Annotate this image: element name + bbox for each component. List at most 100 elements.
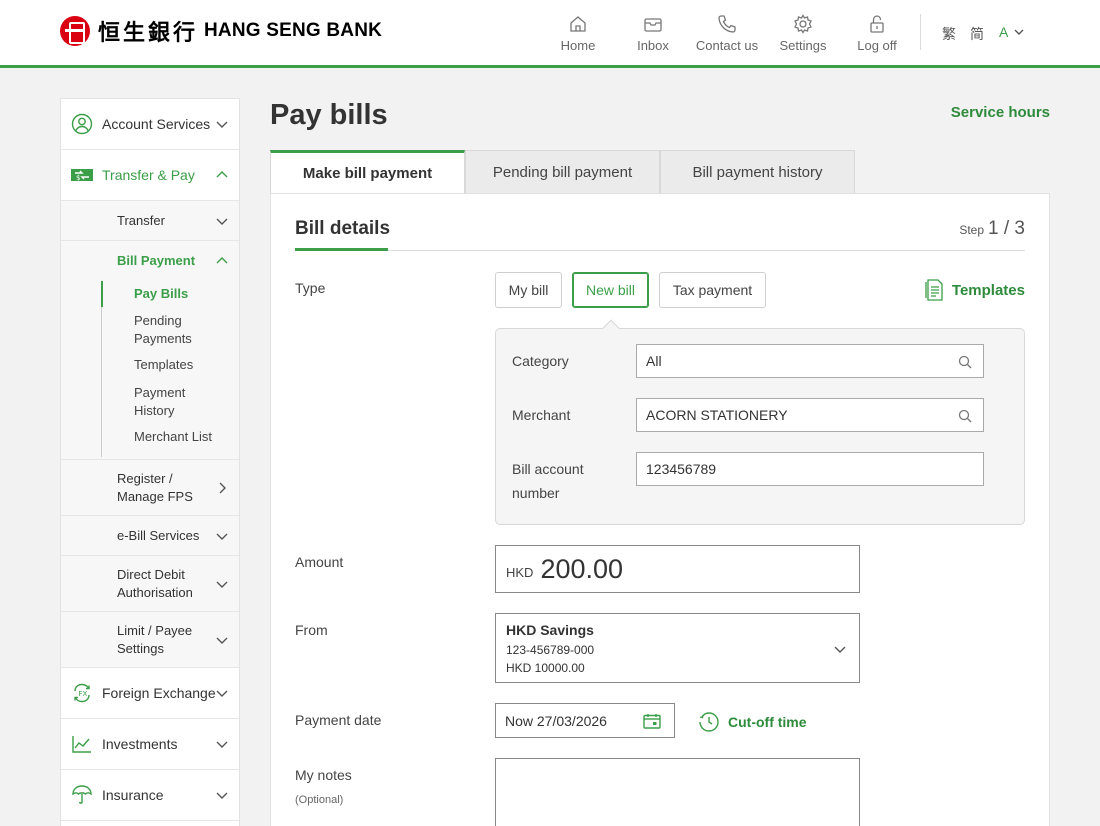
sidebar-item-investments[interactable]: Investments [61,719,239,770]
sidebar-subitem-label: Register / Manage FPS [117,470,193,504]
chevron-down-icon [216,218,228,225]
cutoff-time-link[interactable]: Cut-off time [698,711,807,733]
category-value: All [646,353,662,369]
transfer-money-icon: $ [71,164,93,186]
sidebar-subitem-label: Direct Debit Authorisation [117,566,193,600]
bank-logo[interactable]: 恒生銀行 HANG SENG BANK [60,15,382,47]
from-account-balance: HKD 10000.00 [506,661,585,675]
amount-input[interactable]: HKD 200.00 [495,545,860,593]
home-icon [570,16,586,32]
bank-name-chinese: 恒生銀行 [98,20,199,46]
sidebar-subitem-label: Limit / Payee Settings [117,622,193,656]
sidebar-item-insurance[interactable]: Insurance [61,770,239,821]
svg-text:$: $ [76,174,80,182]
notes-optional-hint: (Optional) [295,794,344,806]
templates-link-label: Templates [951,281,1025,299]
sidebar-subitem-ebill-services[interactable]: e-Bill Services [61,516,239,556]
chevron-down-icon [216,792,228,799]
nav-log-off[interactable]: Log off [855,14,899,56]
chevron-down-icon [216,741,228,748]
sidebar-link-templates[interactable]: Templates [61,351,239,377]
phone-icon [718,15,736,33]
section-rule [295,250,1025,251]
search-icon [958,409,972,423]
sidebar-subitem-bill-payment[interactable]: Bill Payment [61,241,239,281]
sidebar-subitem-direct-debit[interactable]: Direct Debit Authorisation [61,556,239,612]
from-label: From [295,622,328,638]
nav-settings-label: Settings [779,38,827,53]
chevron-down-icon [216,581,228,588]
chevron-right-icon [219,482,226,493]
chevron-down-icon [834,646,846,653]
chevron-down-icon [1014,29,1024,35]
sidebar-subitem-transfer[interactable]: Transfer [61,201,239,241]
chevron-down-icon [216,121,228,128]
step-value: 1 / 3 [988,218,1025,239]
nav-contact-us[interactable]: Contact us [694,14,760,56]
service-hours-link[interactable]: Service hours [951,104,1050,121]
sidebar-subitem-label: Transfer [117,212,165,228]
bank-logo-mark-icon [60,16,90,46]
font-size-selector[interactable]: A [999,24,1025,40]
templates-link[interactable]: Templates [925,279,1025,301]
type-my-bill-button[interactable]: My bill [495,272,562,308]
sidebar-link-pay-bills[interactable]: Pay Bills [61,281,239,307]
calendar-icon [643,714,661,729]
amount-currency: HKD [506,565,534,580]
merchant-value: ACORN STATIONERY [646,407,788,423]
tab-bill-payment-history[interactable]: Bill payment history [660,150,855,194]
step-indicator: Step 1 / 3 [959,218,1025,240]
new-bill-details-box: Category All Merchant ACORN STATIONERY B… [495,328,1025,525]
sidebar-subitem-label: e-Bill Services [117,527,200,543]
payment-date-label: Payment date [295,712,382,728]
category-label: Category [512,353,569,369]
from-account-select[interactable]: HKD Savings 123-456789-000 HKD 10000.00 [495,613,860,683]
sidebar-link-pending-payments[interactable]: Pending Payments [61,307,239,351]
sidebar-item-foreign-exchange[interactable]: FX Foreign Exchange [61,668,239,719]
type-new-bill-button[interactable]: New bill [572,272,649,308]
lang-simplified-chinese[interactable]: 简 [970,24,984,44]
gear-icon [794,14,812,34]
sidebar-subitem-limit-payee[interactable]: Limit / Payee Settings [61,612,239,668]
nav-inbox-label: Inbox [637,38,669,53]
merchant-search-input[interactable]: ACORN STATIONERY [636,398,984,432]
top-header: 恒生銀行 HANG SENG BANK Home Inbox Contact u… [0,0,1100,68]
tab-pending-bill-payment[interactable]: Pending bill payment [465,150,660,194]
nav-home-label: Home [560,38,596,53]
category-search-input[interactable]: All [636,344,984,378]
line-chart-icon [71,733,93,755]
transfer-pay-submenu: Transfer Bill Payment Pay Bills Pending … [61,201,239,668]
svg-text:FX: FX [79,690,88,698]
lang-traditional-chinese[interactable]: 繁 [942,24,956,44]
bill-payment-menu: Pay Bills Pending Payments Templates Pay… [61,281,239,460]
search-icon [958,355,972,369]
nav-home[interactable]: Home [557,14,599,56]
payment-date-picker[interactable]: Now 27/03/2026 [495,703,675,738]
sidebar-item-label: Transfer & Pay [102,167,195,183]
bill-account-number-input[interactable]: 123456789 [636,452,984,486]
font-size-label: A [999,24,1009,40]
amount-label: Amount [295,554,344,570]
chevron-up-icon [216,171,228,178]
type-tax-payment-button[interactable]: Tax payment [659,272,766,308]
document-icon [925,279,943,301]
sidebar-item-transfer-pay[interactable]: $ Transfer & Pay [61,150,239,201]
sidebar-item-label: Investments [102,736,178,752]
sidebar-link-merchant-list[interactable]: Merchant List [61,423,239,449]
sidebar-subitem-label: Bill Payment [117,253,196,268]
chevron-down-icon [216,690,228,697]
nav-settings[interactable]: Settings [776,14,830,56]
sidebar-item-label: Account Services [102,116,211,132]
notes-textarea[interactable] [495,758,860,826]
tab-make-bill-payment[interactable]: Make bill payment [270,150,465,194]
page-title: Pay bills [270,99,388,131]
currency-exchange-icon: FX [71,682,93,704]
bill-account-number-label: Bill account number [512,461,584,501]
sidebar-link-payment-history[interactable]: Payment History [61,377,239,423]
step-label: Step [959,223,985,237]
sidebar-item-account-services[interactable]: Account Services [61,99,239,150]
bill-payment-tabs: Make bill payment Pending bill payment B… [270,150,855,194]
nav-inbox[interactable]: Inbox [632,14,674,56]
sidebar-subitem-register-fps[interactable]: Register / Manage FPS [61,460,239,516]
clock-icon [699,712,719,732]
